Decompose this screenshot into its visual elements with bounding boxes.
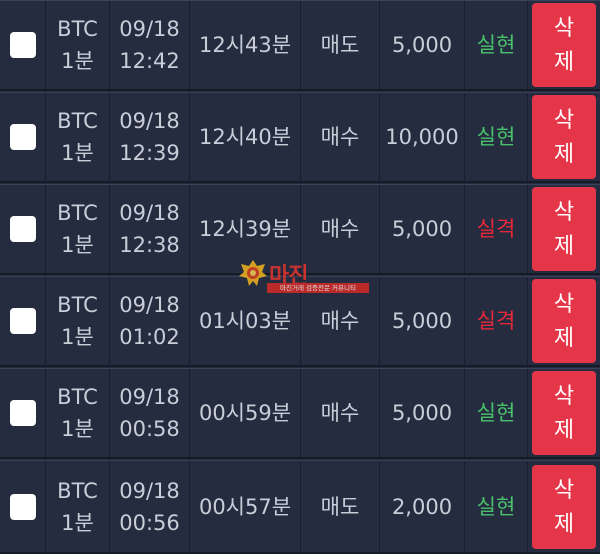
datetime-cell: 09/18 12:38 <box>110 185 190 273</box>
delete-cell: 삭 제 <box>528 461 600 552</box>
delete-button[interactable]: 삭 제 <box>532 279 596 363</box>
delete-label-bottom: 제 <box>553 510 575 536</box>
trade-result: 실현 <box>465 369 528 457</box>
coin-cell: BTC 1분 <box>46 1 110 89</box>
delete-label-top: 삭 <box>553 383 575 408</box>
trade-date: 09/18 <box>119 293 180 317</box>
trade-date: 09/18 <box>119 478 180 503</box>
delete-cell: 삭 제 <box>528 369 600 457</box>
coin-interval: 1분 <box>61 233 94 257</box>
delete-cell: 삭 제 <box>528 277 600 365</box>
trade-clock: 12:38 <box>119 233 180 257</box>
coin-symbol: BTC <box>57 478 98 503</box>
delete-label-bottom: 제 <box>553 417 575 442</box>
trade-date: 09/18 <box>119 385 180 409</box>
trade-clock: 12:42 <box>119 49 180 73</box>
delete-cell: 삭 제 <box>528 1 600 89</box>
select-cell <box>0 369 46 457</box>
round-time: 12시40분 <box>190 93 301 181</box>
trade-amount: 5,000 <box>380 277 465 365</box>
select-cell <box>0 185 46 273</box>
table-row: BTC 1분 09/18 12:39 12시40분 매수 10,000 실현 삭… <box>0 92 600 183</box>
trade-amount: 5,000 <box>380 369 465 457</box>
round-time: 12시43분 <box>190 1 301 89</box>
trade-result: 실현 <box>465 93 528 181</box>
trade-side: 매수 <box>301 369 380 457</box>
select-cell <box>0 93 46 181</box>
row-checkbox[interactable] <box>9 32 36 58</box>
datetime-cell: 09/18 00:56 <box>110 461 190 552</box>
select-cell <box>0 277 46 365</box>
delete-button[interactable]: 삭 제 <box>532 3 596 87</box>
coin-cell: BTC 1분 <box>46 93 110 181</box>
coin-symbol: BTC <box>57 201 98 225</box>
trade-result: 실현 <box>465 461 528 552</box>
delete-label-top: 삭 <box>553 199 575 224</box>
delete-label-top: 삭 <box>553 15 575 40</box>
coin-cell: BTC 1분 <box>46 277 110 365</box>
delete-button[interactable]: 삭 제 <box>532 95 596 179</box>
coin-symbol: BTC <box>57 109 98 133</box>
select-cell <box>0 461 46 552</box>
trade-clock: 01:02 <box>119 325 180 349</box>
row-checkbox[interactable] <box>9 308 36 334</box>
trade-result: 실격 <box>465 277 528 365</box>
row-checkbox[interactable] <box>9 124 36 150</box>
row-checkbox[interactable] <box>9 493 36 520</box>
row-checkbox[interactable] <box>9 216 36 242</box>
delete-label-bottom: 제 <box>553 233 575 258</box>
delete-button[interactable]: 삭 제 <box>532 187 596 271</box>
trade-amount: 5,000 <box>380 1 465 89</box>
datetime-cell: 09/18 01:02 <box>110 277 190 365</box>
watermark-subtitle: 마진거래 검증전문 커뮤니티 <box>267 283 369 293</box>
round-time: 00시59분 <box>190 369 301 457</box>
trade-side: 매도 <box>301 1 380 89</box>
coin-interval: 1분 <box>61 510 94 535</box>
delete-cell: 삭 제 <box>528 185 600 273</box>
trade-result: 실격 <box>465 185 528 273</box>
delete-label-top: 삭 <box>553 291 575 316</box>
coin-symbol: BTC <box>57 293 98 317</box>
delete-cell: 삭 제 <box>528 93 600 181</box>
delete-button[interactable]: 삭 제 <box>532 371 596 455</box>
trade-clock: 00:58 <box>119 417 180 441</box>
trade-side: 매수 <box>301 93 380 181</box>
coin-symbol: BTC <box>57 17 98 41</box>
coin-interval: 1분 <box>61 417 94 441</box>
coin-cell: BTC 1분 <box>46 461 110 552</box>
delete-label-bottom: 제 <box>553 141 575 166</box>
table-row: BTC 1분 09/18 00:56 00시57분 매도 2,000 실현 삭 … <box>0 460 600 554</box>
trade-date: 09/18 <box>119 109 180 133</box>
coin-interval: 1분 <box>61 141 94 165</box>
trade-result: 실현 <box>465 1 528 89</box>
table-row: BTC 1분 09/18 12:42 12시43분 매도 5,000 실현 삭 … <box>0 0 600 91</box>
trade-clock: 12:39 <box>119 141 180 165</box>
datetime-cell: 09/18 12:39 <box>110 93 190 181</box>
delete-label-top: 삭 <box>553 107 575 132</box>
coin-interval: 1분 <box>61 49 94 73</box>
eagle-badge-icon <box>239 260 267 286</box>
trade-clock: 00:56 <box>119 510 180 535</box>
site-watermark: 마진 마진거래 검증전문 커뮤니티 <box>233 256 373 298</box>
coin-symbol: BTC <box>57 385 98 409</box>
round-time: 00시57분 <box>190 461 301 552</box>
trade-amount: 2,000 <box>380 461 465 552</box>
coin-interval: 1분 <box>61 325 94 349</box>
delete-button[interactable]: 삭 제 <box>532 464 596 549</box>
trade-amount: 10,000 <box>380 93 465 181</box>
trade-side: 매도 <box>301 461 380 552</box>
coin-cell: BTC 1분 <box>46 185 110 273</box>
coin-cell: BTC 1분 <box>46 369 110 457</box>
row-checkbox[interactable] <box>9 400 36 426</box>
trade-amount: 5,000 <box>380 185 465 273</box>
delete-label-bottom: 제 <box>553 325 575 350</box>
delete-label-top: 삭 <box>553 476 575 502</box>
datetime-cell: 09/18 00:58 <box>110 369 190 457</box>
datetime-cell: 09/18 12:42 <box>110 1 190 89</box>
delete-label-bottom: 제 <box>553 49 575 74</box>
select-cell <box>0 1 46 89</box>
table-row: BTC 1분 09/18 00:58 00시59분 매수 5,000 실현 삭 … <box>0 368 600 459</box>
trade-date: 09/18 <box>119 201 180 225</box>
trade-date: 09/18 <box>119 17 180 41</box>
